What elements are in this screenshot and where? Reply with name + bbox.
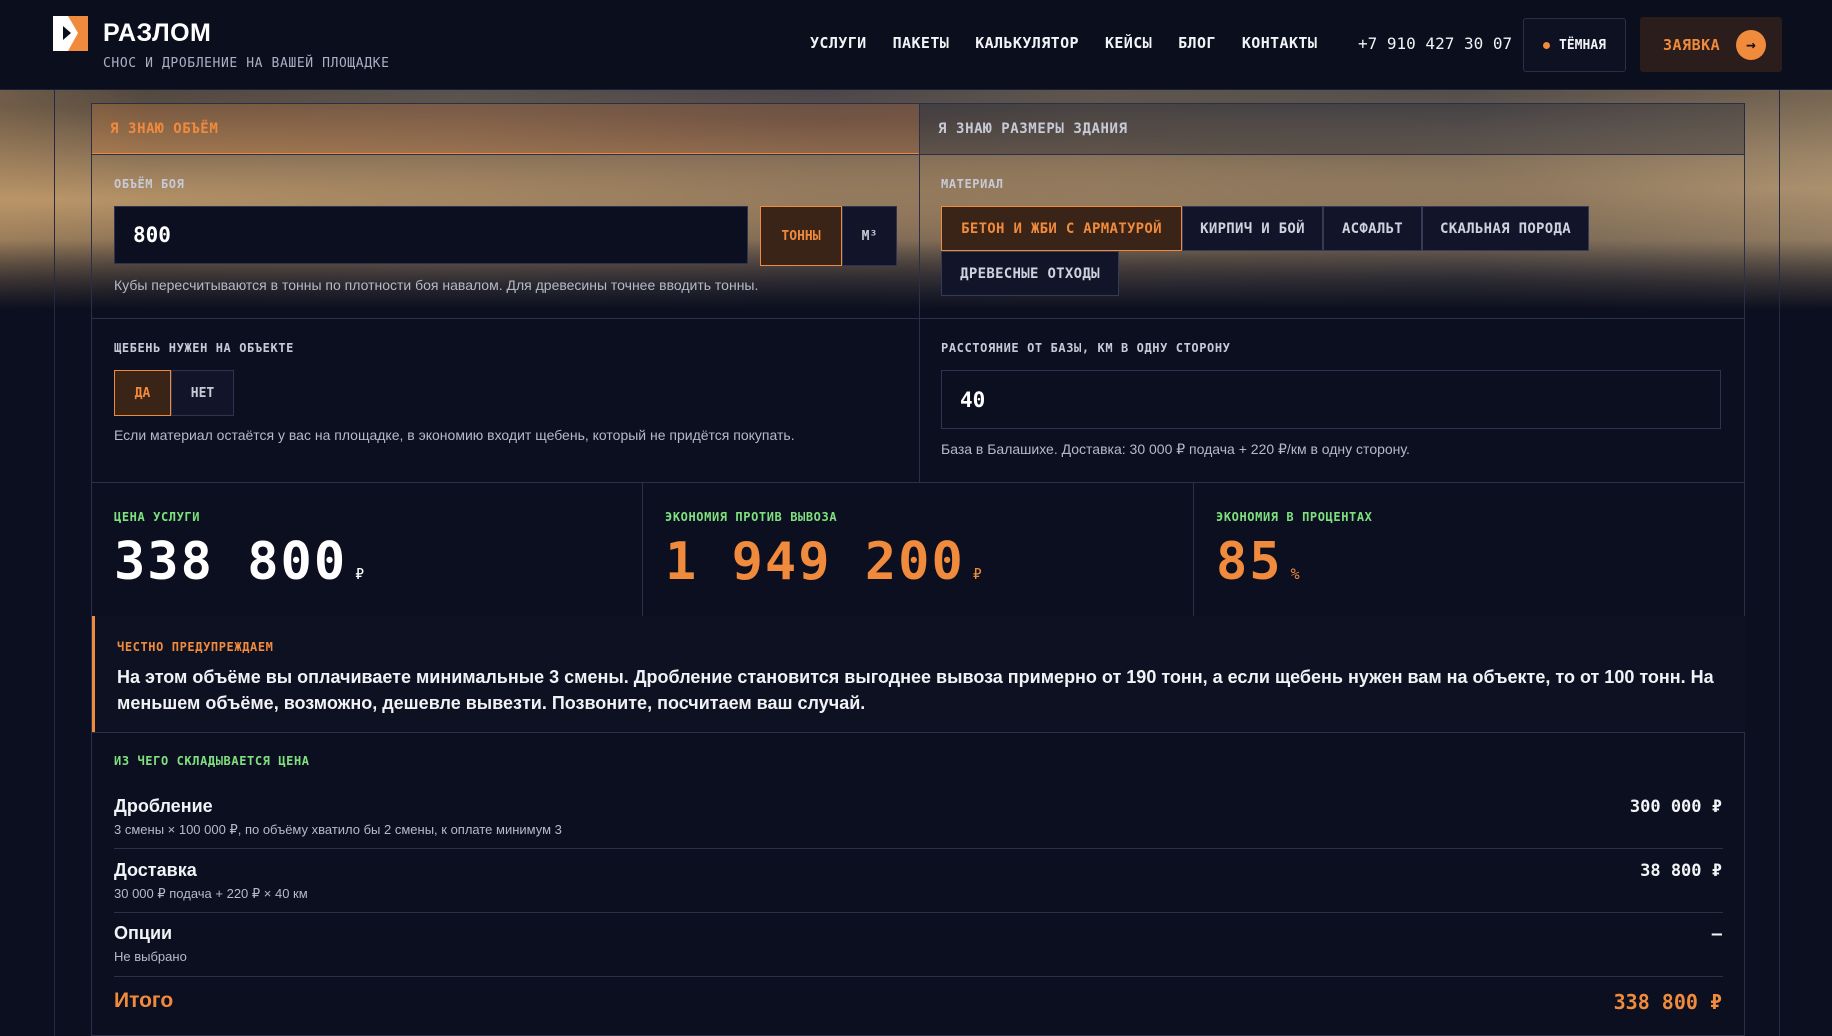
volume-label: ОБЪЁМ БОЯ	[114, 177, 185, 191]
divider	[92, 154, 1745, 155]
distance-input[interactable]: 40	[941, 370, 1721, 429]
gravel-no-button[interactable]: НЕТ	[171, 370, 234, 416]
main-nav: УСЛУГИ ПАКЕТЫ КАЛЬКУЛЯТОР КЕЙСЫ БЛОГ КОН…	[810, 34, 1317, 52]
material-option-concrete[interactable]: БЕТОН И ЖБИ С АРМАТУРОЙ	[941, 206, 1182, 251]
logo-icon[interactable]	[53, 16, 88, 51]
frame-line-right	[1779, 90, 1780, 1036]
price-label: ЦЕНА УСЛУГИ	[114, 510, 201, 524]
breakdown-row-title: Дробление	[114, 796, 213, 816]
saving-label: ЭКОНОМИЯ ПРОТИВ ВЫВОЗА	[665, 510, 838, 524]
theme-toggle-button[interactable]: ТЁМНАЯ	[1523, 18, 1626, 72]
breakdown-title: ИЗ ЧЕГО СКЛАДЫВАЕТСЯ ЦЕНА	[114, 754, 310, 768]
warning-label: ЧЕСТНО ПРЕДУПРЕЖДАЕМ	[117, 640, 274, 654]
tab-building[interactable]: Я ЗНАЮ РАЗМЕРЫ ЗДАНИЯ	[920, 104, 1745, 154]
unit-tons-button[interactable]: ТОННЫ	[760, 206, 842, 266]
divider	[114, 976, 1723, 977]
brand-name[interactable]: РАЗЛОМ	[103, 19, 211, 48]
gravel-label: ЩЕБЕНЬ НУЖЕН НА ОБЪЕКТЕ	[114, 341, 294, 355]
theme-dot-icon	[1543, 41, 1551, 49]
divider	[642, 482, 643, 616]
saving-unit: ₽	[972, 565, 982, 583]
request-button-label: ЗАЯВКА	[1663, 35, 1721, 54]
gravel-yes-button[interactable]: ДА	[114, 370, 171, 416]
percent-stat: 85%	[1216, 532, 1300, 592]
nav-item-contacts[interactable]: КОНТАКТЫ	[1242, 34, 1317, 52]
warning-box: ЧЕСТНО ПРЕДУПРЕЖДАЕМ На этом объёме вы о…	[92, 616, 1745, 732]
warning-text: На этом объёме вы оплачиваете минимальны…	[117, 667, 1714, 713]
tab-building-label: Я ЗНАЮ РАЗМЕРЫ ЗДАНИЯ	[938, 121, 1128, 137]
divider	[919, 104, 920, 482]
divider	[92, 482, 1745, 483]
material-option-asphalt[interactable]: АСФАЛЬТ	[1323, 206, 1422, 251]
site-header: РАЗЛОМ СНОС И ДРОБЛЕНИЕ НА ВАШЕЙ ПЛОЩАДК…	[0, 0, 1832, 90]
volume-hint: Кубы пересчитываются в тонны по плотност…	[114, 277, 759, 293]
calculator-panel: Я ЗНАЮ ОБЪЁМ Я ЗНАЮ РАЗМЕРЫ ЗДАНИЯ ОБЪЁМ…	[91, 103, 1745, 1036]
material-option-brick[interactable]: КИРПИЧ И БОЙ	[1182, 206, 1323, 251]
divider	[114, 912, 1723, 913]
theme-label: ТЁМНАЯ	[1559, 37, 1606, 53]
breakdown-row-title: Опции	[114, 923, 173, 943]
saving-stat: 1 949 200 ₽	[665, 532, 982, 592]
material-label: МАТЕРИАЛ	[941, 177, 1004, 191]
nav-item-cases[interactable]: КЕЙСЫ	[1105, 34, 1152, 52]
nav-item-blog[interactable]: БЛОГ	[1178, 34, 1216, 52]
nav-item-services[interactable]: УСЛУГИ	[810, 34, 867, 52]
divider	[92, 318, 1745, 319]
breakdown-row: Доставка 30 000 ₽ подача + 220 ₽ × 40 км	[114, 860, 308, 902]
breakdown-row: Опции Не выбрано	[114, 923, 187, 964]
nav-item-calculator[interactable]: КАЛЬКУЛЯТОР	[975, 34, 1079, 52]
divider	[1193, 482, 1194, 616]
breakdown-row-sub: 30 000 ₽ подача + 220 ₽ × 40 км	[114, 886, 308, 901]
unit-m3-button[interactable]: М³	[842, 206, 897, 266]
breakdown-row: Дробление 3 смены × 100 000 ₽, по объёму…	[114, 796, 562, 838]
frame-line-left	[54, 90, 55, 1036]
phone-link[interactable]: +7 910 427 30 07	[1358, 34, 1512, 53]
tab-volume-label: Я ЗНАЮ ОБЪЁМ	[110, 121, 219, 137]
total-amount: 338 800 ₽	[1613, 990, 1722, 1014]
arrow-right-icon: →	[1736, 29, 1767, 60]
total-title: Итого	[114, 989, 174, 1012]
saving-value: 1 949 200	[665, 532, 965, 592]
breakdown-row-amount: –	[1711, 924, 1722, 944]
breakdown-row-sub: 3 смены × 100 000 ₽, по объёму хватило б…	[114, 822, 562, 837]
brand-tagline: СНОС И ДРОБЛЕНИЕ НА ВАШЕЙ ПЛОЩАДКЕ	[103, 56, 390, 71]
divider	[92, 732, 1745, 733]
distance-label: РАССТОЯНИЕ ОТ БАЗЫ, КМ В ОДНУ СТОРОНУ	[941, 341, 1231, 355]
price-stat: 338 800 ₽	[114, 532, 364, 592]
price-value: 338 800	[114, 532, 348, 592]
request-button[interactable]: ЗАЯВКА →	[1640, 17, 1782, 72]
breakdown-row-amount: 38 800 ₽	[1640, 861, 1722, 881]
breakdown-row-amount: 300 000 ₽	[1629, 797, 1722, 817]
divider	[114, 848, 1723, 849]
breakdown-row-sub: Не выбрано	[114, 949, 187, 964]
gravel-hint: Если материал остаётся у вас на площадке…	[114, 427, 795, 443]
percent-label: ЭКОНОМИЯ В ПРОЦЕНТАХ	[1216, 510, 1373, 524]
distance-hint: База в Балашихе. Доставка: 30 000 ₽ пода…	[941, 441, 1410, 457]
nav-item-packages[interactable]: ПАКЕТЫ	[893, 34, 950, 52]
material-option-rock[interactable]: СКАЛЬНАЯ ПОРОДА	[1422, 206, 1589, 251]
percent-value: 85	[1216, 532, 1283, 592]
percent-unit: %	[1290, 565, 1300, 583]
volume-input[interactable]: 800	[114, 206, 748, 264]
price-unit: ₽	[355, 565, 365, 583]
tab-volume[interactable]: Я ЗНАЮ ОБЪЁМ	[92, 104, 920, 154]
material-option-wood[interactable]: ДРЕВЕСНЫЕ ОТХОДЫ	[941, 251, 1119, 296]
breakdown-row-title: Доставка	[114, 860, 197, 880]
